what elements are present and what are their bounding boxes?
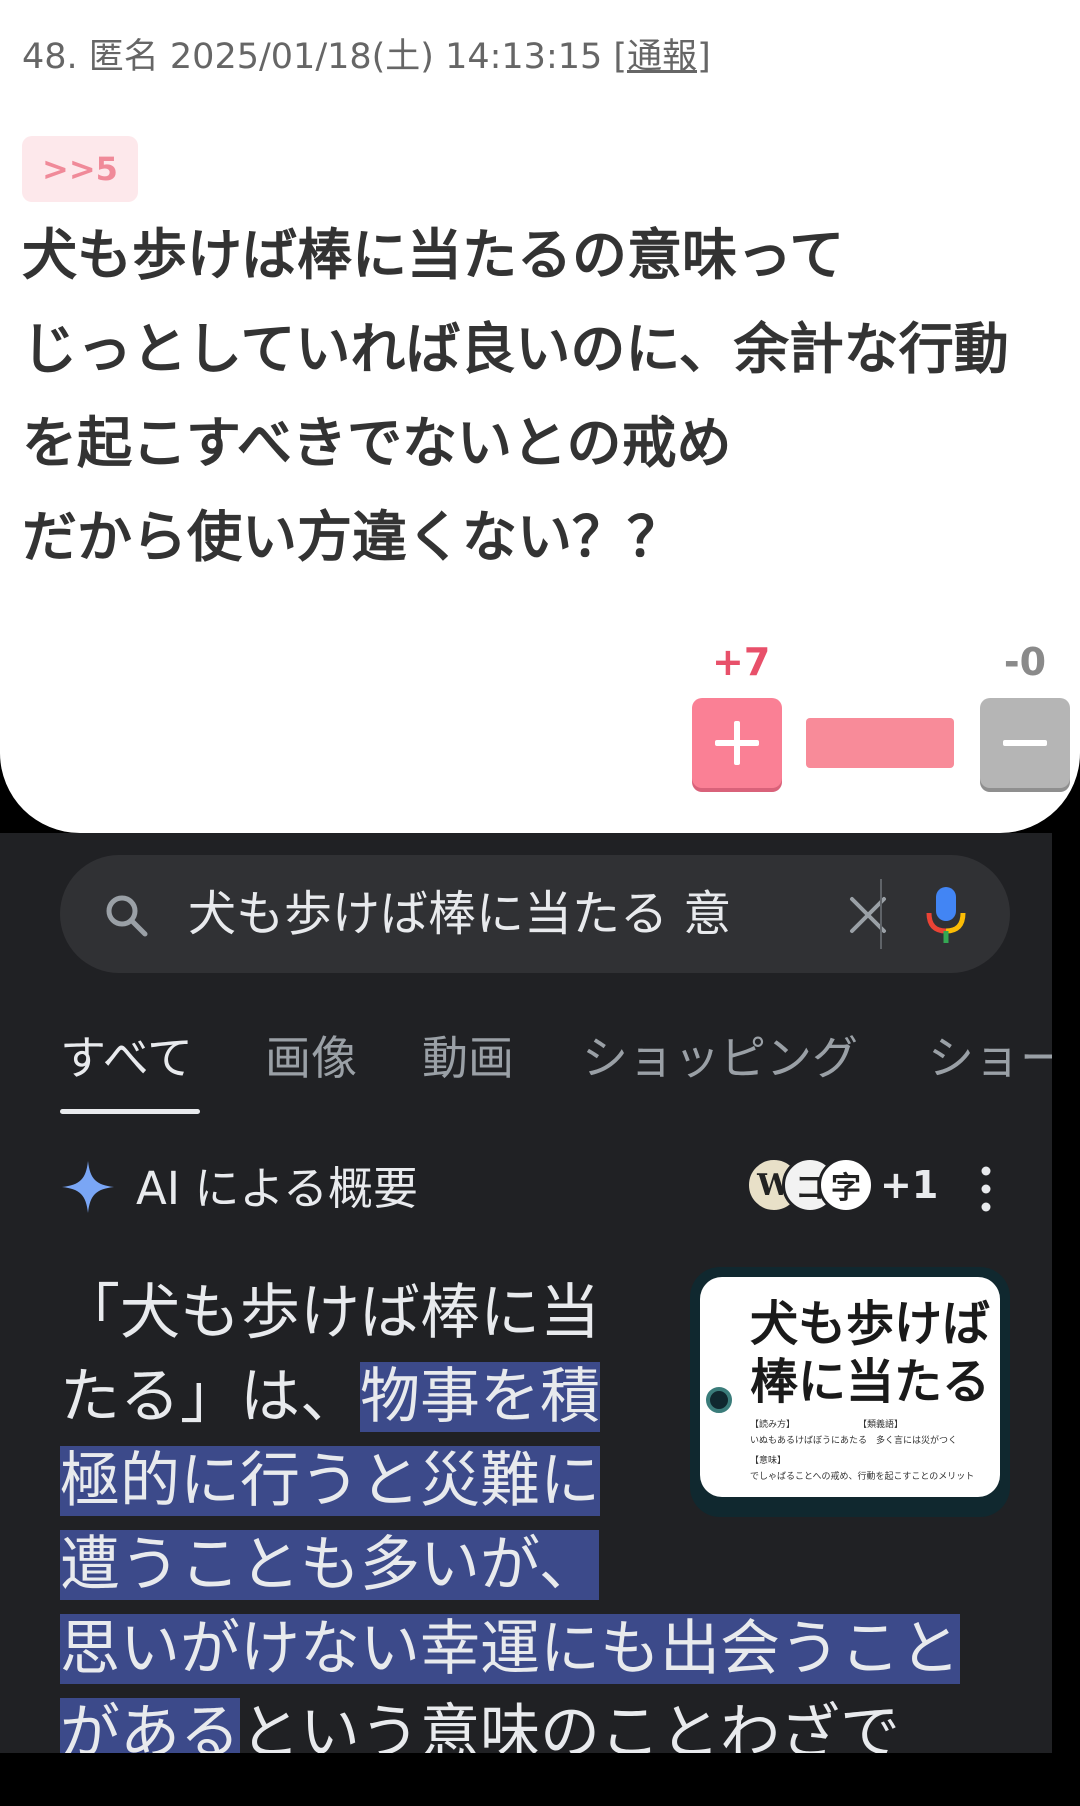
thumbnail-bullet (706, 1387, 732, 1413)
thumbnail-title-line: 犬も歩けば (750, 1296, 991, 1352)
sparkle-icon (62, 1161, 114, 1213)
comment-line: だから使い方違くない？？ (22, 505, 683, 569)
source-more-count[interactable]: +1 (880, 1163, 938, 1207)
highlighted-text: 極的に行うと災難に (60, 1446, 600, 1516)
ai-overview-line: があるという意味のことわざで (60, 1691, 1020, 1753)
thumbnail-caption: でしゃばることへの戒め、行動を起こすことのメリット (750, 1472, 975, 1482)
search-results-screen: 犬も歩けば棒に当たる 意 すべて 画像 動画 ショッピング ショー AI による… (0, 833, 1052, 1753)
comment-meta: 48. 匿名 2025/01/18(土) 14:13:15 [通報] (22, 28, 711, 79)
ai-overview-line: 遭うことも多いが、 (60, 1523, 1020, 1607)
highlighted-text: がある (60, 1698, 240, 1753)
search-tabs: すべて 画像 動画 ショッピング ショー (60, 1013, 1052, 1123)
comment-card: 48. 匿名 2025/01/18(土) 14:13:15 [通報] >>5 犬… (0, 0, 1080, 833)
overview-text: 「犬も歩けば棒に当 (60, 1278, 600, 1348)
search-divider (880, 879, 882, 949)
active-tab-indicator (60, 1109, 200, 1114)
more-options-icon[interactable] (980, 1165, 992, 1213)
tab-videos[interactable]: 動画 (422, 1013, 514, 1103)
thumbnail-caption: いぬもあるけばぼうにあたる 多く言には災がつく (750, 1436, 958, 1446)
thumbnail-title: 犬も歩けば 棒に当たる (750, 1295, 990, 1411)
tab-images[interactable]: 画像 (265, 1013, 357, 1103)
minus-vote-button[interactable] (980, 698, 1070, 788)
highlighted-text: 思いがけない幸運にも出会うこと (60, 1614, 960, 1684)
mic-icon[interactable] (924, 885, 968, 945)
comment-body: 犬も歩けば棒に当たるの意味って じっとしていれば良いのに、余計な行動 を起こすべ… (22, 208, 1080, 584)
highlighted-text: 物事を積 (360, 1362, 600, 1432)
highlighted-text: 遭うことも多いが、 (60, 1530, 599, 1600)
vote-ratio-bar (806, 718, 954, 768)
vote-ratio-fill (806, 718, 954, 768)
plus-vote-button[interactable] (692, 698, 782, 788)
ai-overview-header: AI による概要 W コ 字 +1 (60, 1153, 1010, 1233)
comment-line: を起こすべきでないとの戒め (22, 411, 732, 475)
overview-text: という意味のことわざで (240, 1698, 900, 1753)
tab-all[interactable]: すべて (60, 1013, 193, 1103)
plus-vote-count: +7 (712, 640, 771, 684)
thumbnail-caption: 【読み方】 【類義語】 (750, 1420, 904, 1430)
ai-overview-thumbnail[interactable]: 犬も歩けば 棒に当たる 【読み方】 【類義語】 いぬもあるけばぼうにあたる 多く… (690, 1267, 1010, 1517)
minus-vote-count: -0 (1003, 640, 1047, 684)
overview-text: たる」は、 (60, 1362, 360, 1432)
thumbnail-card: 犬も歩けば 棒に当たる 【読み方】 【類義語】 いぬもあるけばぼうにあたる 多く… (700, 1277, 1000, 1497)
tab-shopping[interactable]: ショッピング (582, 1013, 858, 1103)
dictionary-icon: 字 (818, 1157, 874, 1213)
bottom-black-band (0, 1753, 1080, 1806)
minus-icon (1003, 740, 1047, 746)
report-link[interactable]: [通報] (613, 37, 710, 77)
tab-shorts[interactable]: ショー (928, 1013, 1052, 1103)
search-input[interactable]: 犬も歩けば棒に当たる 意 (188, 881, 820, 947)
search-box[interactable]: 犬も歩けば棒に当たる 意 (60, 855, 1010, 973)
comment-number-author-date: 48. 匿名 2025/01/18(土) 14:13:15 (22, 37, 603, 77)
reply-anchor-link[interactable]: >>5 (22, 136, 138, 202)
ai-overview-title: AI による概要 (136, 1162, 419, 1215)
search-icon (106, 895, 148, 937)
source-icons[interactable]: W コ 字 (746, 1157, 886, 1221)
thumbnail-title-line: 棒に当たる (750, 1354, 991, 1410)
comment-line: 犬も歩けば棒に当たるの意味って (22, 223, 845, 287)
comment-line: じっとしていれば良いのに、余計な行動 (22, 317, 1009, 381)
plus-icon (715, 721, 759, 765)
close-icon[interactable] (846, 893, 890, 937)
ai-overview-line: 思いがけない幸運にも出会うこと (60, 1607, 1020, 1691)
thumbnail-caption: 【意味】 (750, 1456, 787, 1466)
